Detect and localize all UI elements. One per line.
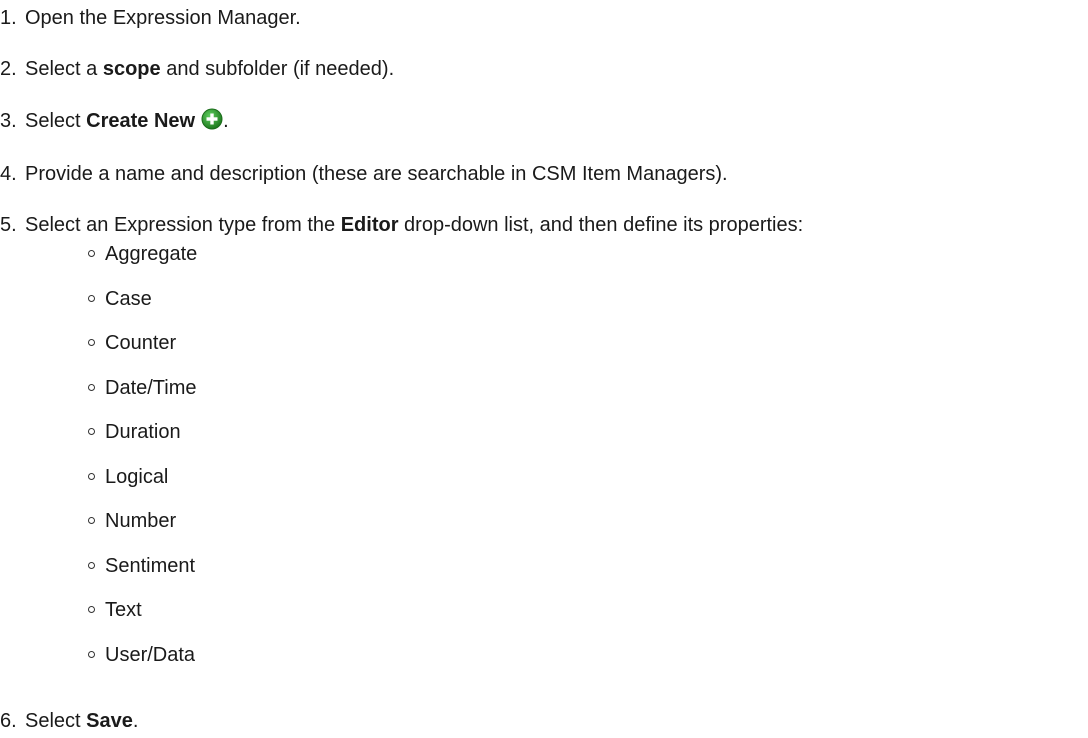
expression-type-label: User/Data [105,643,196,666]
step-bold-term: Save [86,710,133,732]
step-3: 3. Select Create New. [0,108,229,133]
step-bold-term: Editor [340,214,399,236]
bullet-icon [88,428,95,435]
bullet-icon [88,383,95,391]
list-item: Logical [88,465,168,489]
step-6: 6. Select Save. [0,709,138,733]
list-item: Date/Time [88,376,197,400]
step-number: 5. [0,214,17,236]
list-item: Sentiment [88,554,195,578]
step-number: 4. [0,163,17,185]
list-item: Number [88,509,176,533]
step-text: Select [25,110,87,132]
step-text: Open the Expression Manager. [25,7,301,29]
bullet-icon [88,561,95,569]
plus-circle-icon [201,108,223,130]
step-5: 5. Select an Expression type from the Edi… [0,213,803,237]
step-2: 2. Select a scope and subfolder (if neede… [0,57,394,81]
bullet-icon [88,472,95,480]
expression-type-label: Aggregate [105,243,198,265]
list-item: Aggregate [88,242,197,266]
procedure-steps: 1. Open the Expression Manager. 2. Select … [0,0,1088,738]
step-number: 3. [0,110,17,132]
expression-type-label: Logical [105,465,169,488]
step-number: 1. [0,7,17,29]
list-item: Duration [88,420,181,444]
expression-type-label: Counter [105,332,177,354]
step-bold-term: scope [102,58,161,80]
expression-type-label: Duration [105,421,181,443]
step-number: 2. [0,58,17,80]
bullet-icon [88,294,95,302]
step-bold-term: Create New [86,110,196,132]
bullet-icon [88,606,95,613]
bullet-icon [88,517,95,524]
step-text: Select an Expression type from the [25,214,341,236]
expression-type-label: Text [105,599,142,621]
bullet-icon [88,339,95,346]
step-number: 6. [0,710,17,732]
expression-type-label: Sentiment [105,554,196,577]
step-text: . [132,710,139,732]
step-text: and subfolder (if needed). [160,58,395,80]
bullet-icon [88,250,95,257]
step-text: Provide a name and description (these ar… [25,163,728,185]
step-text: . [223,110,229,132]
step-text: Select [25,710,87,732]
step-text: drop-down list, and then define its prop… [398,214,804,236]
list-item: Counter [88,331,176,355]
step-4: 4. Provide a name and description (these … [0,162,728,186]
list-item: Text [88,598,142,622]
expression-type-label: Date/Time [105,376,197,399]
bullet-icon [88,650,95,658]
list-item: User/Data [88,643,195,667]
step-1: 1. Open the Expression Manager. [0,6,301,30]
list-item: Case [88,287,152,311]
expression-type-label: Case [105,287,152,310]
step-text: Select a [25,58,103,80]
expression-type-label: Number [105,510,177,532]
